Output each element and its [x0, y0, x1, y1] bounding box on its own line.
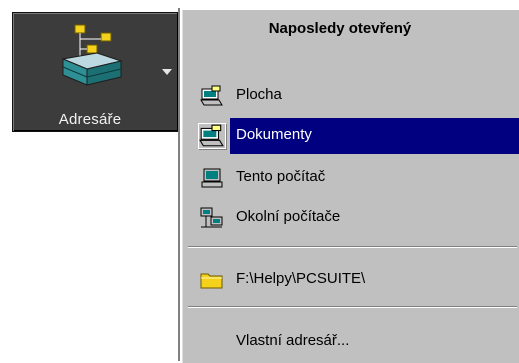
menu-item-documents[interactable]: Dokumenty: [186, 116, 519, 156]
menu-item-this-computer[interactable]: Tento počítač: [186, 158, 519, 198]
menu-item-network[interactable]: Okolní počítače: [186, 198, 519, 238]
dropdown-arrow-icon: [162, 69, 172, 75]
directories-button-main[interactable]: Adresáře: [17, 17, 163, 128]
documents-icon: [198, 123, 226, 149]
directories-button-label: Adresáře: [58, 111, 122, 128]
folder-icon: [200, 273, 223, 289]
desktop-icon: [200, 85, 223, 106]
menu-separator: [188, 246, 517, 248]
menu-item-label: Okolní počítače: [236, 208, 341, 225]
menu-header: Naposledy otevřený: [268, 20, 412, 37]
menu-item-label: Dokumenty: [236, 126, 312, 143]
recent-directories-menu: Naposledy otevřený Plocha Dokumenty Tent…: [180, 8, 519, 363]
menu-item-custom-directory[interactable]: Vlastní adresář...: [186, 322, 519, 362]
menu-item-recent-folder[interactable]: F:\Helpy\PCSUITE\: [186, 260, 519, 300]
dropdown-arrow-button[interactable]: [156, 12, 179, 132]
menu-item-desktop[interactable]: Plocha: [186, 76, 519, 116]
menu-separator: [188, 306, 517, 308]
menu-item-label: Vlastní adresář...: [236, 332, 350, 349]
computer-icon: [201, 168, 223, 188]
network-icon: [200, 207, 223, 228]
directories-button[interactable]: Adresáře: [12, 12, 168, 132]
menu-item-label: Tento počítač: [236, 168, 326, 185]
menu-item-label: Plocha: [236, 86, 282, 103]
menu-item-label: F:\Helpy\PCSUITE\: [236, 270, 366, 287]
directories-icon: [61, 24, 123, 86]
